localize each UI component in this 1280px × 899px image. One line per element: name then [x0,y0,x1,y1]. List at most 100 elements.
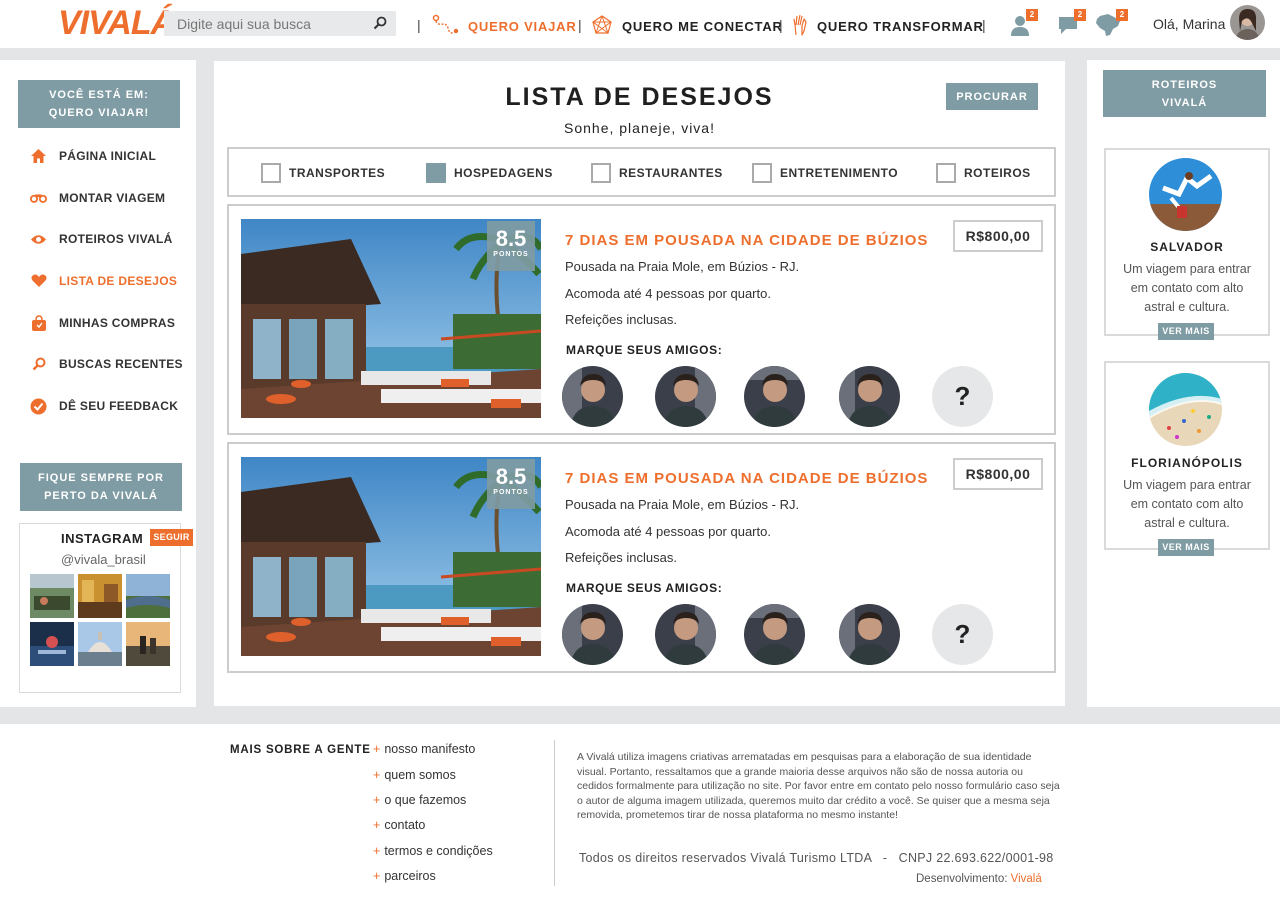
footer-link-contato[interactable]: + contato [373,818,425,832]
notification-badge: 2 [1074,9,1086,21]
sidebar-item-label: BUSCAS RECENTES [59,357,183,371]
search-box [164,11,396,36]
main-panel: LISTA DE DESEJOS Sonhe, planeje, viva! P… [214,61,1065,706]
ver-mais-button[interactable]: VER MAIS [1158,539,1214,556]
filter-checkbox[interactable] [752,163,772,183]
stay-connected-line2: PERTO DA VIVALÁ [44,490,158,502]
filter-roteiros[interactable]: ROTEIROS [936,163,1031,183]
footer-link-label: parceiros [384,869,436,883]
salvador-photo[interactable] [1149,158,1222,231]
filter-transportes[interactable]: TRANSPORTES [261,163,385,183]
florianopolis-photo[interactable] [1149,373,1222,446]
filter-checkbox[interactable] [426,163,446,183]
card-title[interactable]: 7 DIAS EM POUSADA NA CIDADE DE BÚZIOS [565,232,928,249]
search-input[interactable] [164,11,364,36]
messages-notifications[interactable]: 2 [1056,9,1086,38]
instagram-photo[interactable] [30,622,74,666]
footer-link-label: quem somos [384,768,456,782]
roteiro-card: SALVADOR Um viagem para entrar em contat… [1104,148,1270,340]
card-description: Refeições inclusas. [565,550,677,565]
check-icon [30,398,47,415]
instagram-photo[interactable] [78,574,122,618]
filter-label: HOSPEDAGENS [454,166,553,180]
friend-avatar[interactable] [744,604,805,665]
friend-avatar[interactable] [839,604,900,665]
map-notifications[interactable]: 2 [1094,9,1128,38]
sidebar-item-roteiros-vivala[interactable]: ROTEIROS VIVALÁ [30,229,173,249]
friend-avatar[interactable] [562,366,623,427]
sidebar-item-pagina-inicial[interactable]: PÁGINA INICIAL [30,146,156,166]
footer-link-o-que-fazemos[interactable]: + o que fazemos [373,793,466,807]
footer-link-manifesto[interactable]: + nosso manifesto [373,742,475,756]
add-friend-button[interactable]: ? [932,366,993,427]
instagram-handle[interactable]: @vivala_brasil [61,552,146,567]
instagram-photo[interactable] [126,622,170,666]
sidebar-item-label: ROTEIROS VIVALÁ [59,232,173,246]
location-value: QUERO VIAJAR! [48,107,150,119]
filter-hospedagens[interactable]: HOSPEDAGENS [426,163,553,183]
profile-notifications[interactable]: 2 [1008,9,1038,38]
filter-checkbox[interactable] [261,163,281,183]
sidebar-item-label: MONTAR VIAGEM [59,191,166,205]
friend-avatar[interactable] [562,604,623,665]
filter-bar: TRANSPORTES HOSPEDAGENS RESTAURANTES ENT… [227,147,1056,197]
vivala-logo[interactable]: VIVALÁ [58,4,175,43]
card-title[interactable]: 7 DIAS EM POUSADA NA CIDADE DE BÚZIOS [565,470,928,487]
procurar-button[interactable]: PROCURAR [946,83,1038,110]
wishlist-card: 8.5 PONTOS 7 DIAS EM POUSADA NA CIDADE D… [227,442,1056,673]
friend-avatar[interactable] [839,366,900,427]
sidebar-item-lista-de-desejos[interactable]: LISTA DE DESEJOS [30,271,177,291]
footer-link-termos[interactable]: + termos e condições [373,844,493,858]
footer-divider [554,740,555,886]
filter-checkbox[interactable] [591,163,611,183]
dev-link[interactable]: Vivalá [1011,873,1042,885]
sidebar-item-montar-viagem[interactable]: MONTAR VIAGEM [30,188,165,208]
sidebar-item-de-seu-feedback[interactable]: DÊ SEU FEEDBACK [30,396,178,416]
roteiros-title-line2: VIVALÁ [1161,96,1208,109]
user-avatar[interactable] [1230,5,1265,40]
ver-mais-button[interactable]: VER MAIS [1158,323,1214,340]
roteiros-vivala-box: ROTEIROS VIVALÁ [1103,70,1266,117]
sidebar-item-buscas-recentes[interactable]: BUSCAS RECENTES [30,354,183,374]
user-greeting[interactable]: Olá, Marina [1153,16,1225,32]
development-credit: Desenvolvimento: Vivalá [916,873,1042,885]
pousada-photo[interactable]: 8.5 PONTOS [241,457,541,656]
footer-title: MAIS SOBRE A GENTE [230,744,371,756]
friend-avatar[interactable] [655,604,716,665]
top-bar: VIVALÁ | QUERO VIAJAR | QUERO ME CONECTA… [0,0,1280,48]
nav-quero-transformar[interactable]: QUERO TRANSFORMAR [791,14,984,38]
filter-restaurantes[interactable]: RESTAURANTES [591,163,723,183]
filter-label: TRANSPORTES [289,166,386,180]
footer-link-parceiros[interactable]: + parceiros [373,869,436,883]
search-icon[interactable] [373,16,387,35]
footer-link-quem-somos[interactable]: + quem somos [373,768,456,782]
follow-button[interactable]: SEGUIR [150,529,193,546]
plus-icon: + [373,793,381,807]
nav-quero-me-conectar[interactable]: QUERO ME CONECTAR [590,14,783,38]
roteiro-name[interactable]: SALVADOR [1106,240,1268,254]
filter-entretenimento[interactable]: ENTRETENIMENTO [752,163,898,183]
friend-avatar[interactable] [655,366,716,427]
sidebar-item-minhas-compras[interactable]: MINHAS COMPRAS [30,313,175,333]
instagram-photo[interactable] [126,574,170,618]
home-icon [30,148,47,165]
plus-icon: + [373,768,381,782]
instagram-photo[interactable] [30,574,74,618]
instagram-widget: INSTAGRAM SEGUIR @vivala_brasil [19,523,193,693]
nav-separator: | [779,17,783,33]
friend-avatar[interactable] [744,366,805,427]
roteiro-name[interactable]: FLORIANÓPOLIS [1106,456,1268,470]
wishlist-card: 8.5 PONTOS 7 DIAS EM POUSADA NA CIDADE D… [227,204,1056,435]
footer-link-label: contato [384,818,426,832]
nav-quero-viajar[interactable]: QUERO VIAJAR [432,14,577,38]
card-description: Refeições inclusas. [565,312,677,327]
add-friend-button[interactable]: ? [932,604,993,665]
network-icon [590,14,614,39]
notification-badge: 2 [1026,9,1038,21]
heart-icon [30,273,47,290]
bag-icon [30,314,47,332]
nav-separator: | [578,17,582,33]
instagram-photo[interactable] [78,622,122,666]
filter-checkbox[interactable] [936,163,956,183]
pousada-photo[interactable]: 8.5 PONTOS [241,219,541,418]
